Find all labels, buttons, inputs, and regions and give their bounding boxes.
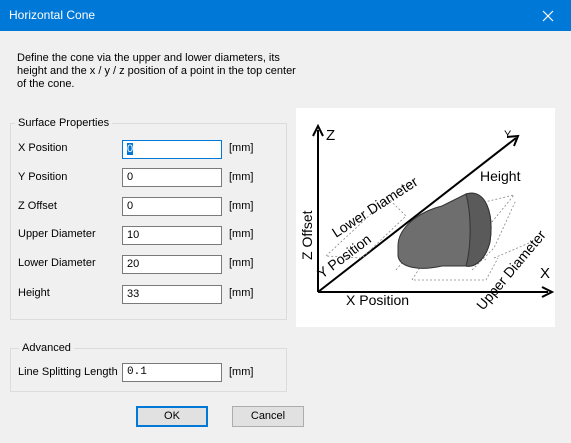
z-axis-label: Z — [326, 127, 335, 144]
height-unit: [mm] — [229, 287, 254, 299]
line-splitting-length-input[interactable]: 0.1 — [122, 363, 222, 382]
x-position-input[interactable]: 0 — [122, 140, 222, 159]
x-position-label: X Position — [18, 142, 68, 154]
advanced-title: Advanced — [19, 342, 74, 354]
upper-diameter-label: Upper Diameter — [18, 228, 96, 240]
x-position-diagram-label: X Position — [346, 292, 409, 308]
upper-diameter-input[interactable]: 10 — [122, 226, 222, 245]
description-text: Define the cone via the upper and lower … — [17, 52, 296, 90]
cancel-button[interactable]: Cancel — [232, 406, 304, 427]
lower-diameter-label: Lower Diameter — [18, 257, 96, 269]
y-axis-label: Y — [504, 129, 512, 141]
cone-diagram: Z Y X Height Lower Diameter Upper Diamet… — [296, 108, 555, 327]
z-offset-input[interactable]: 0 — [122, 197, 222, 216]
upper-diameter-unit: [mm] — [229, 228, 254, 240]
y-position-label: Y Position — [18, 171, 68, 183]
lower-diameter-input[interactable]: 20 — [122, 255, 222, 274]
height-label: Height — [18, 287, 50, 299]
ok-button[interactable]: OK — [136, 406, 208, 427]
x-position-value: 0 — [127, 143, 134, 155]
height-input[interactable]: 33 — [122, 285, 222, 304]
line-splitting-length-unit: [mm] — [229, 366, 254, 378]
z-offset-value: 0 — [127, 200, 134, 212]
line-splitting-length-label: Line Splitting Length — [18, 366, 118, 378]
y-position-value: 0 — [127, 171, 134, 183]
z-offset-label: Z Offset — [18, 200, 57, 212]
y-position-unit: [mm] — [229, 171, 254, 183]
lower-diameter-value: 20 — [127, 258, 140, 270]
height-diagram-label: Height — [480, 168, 521, 184]
upper-diameter-value: 10 — [127, 229, 140, 241]
x-position-unit: [mm] — [229, 142, 254, 154]
z-offset-unit: [mm] — [229, 200, 254, 212]
cone-shape — [397, 192, 492, 269]
title-bar: Horizontal Cone — [0, 0, 571, 31]
x-axis-label: X — [540, 265, 550, 282]
height-value: 33 — [127, 288, 140, 300]
line-splitting-length-value: 0.1 — [127, 366, 147, 378]
surface-properties-title: Surface Properties — [15, 117, 113, 129]
window-title: Horizontal Cone — [9, 8, 96, 22]
y-position-input[interactable]: 0 — [122, 168, 222, 187]
close-icon[interactable] — [525, 0, 571, 31]
lower-diameter-unit: [mm] — [229, 257, 254, 269]
z-offset-diagram-label: Z Offset — [299, 210, 315, 260]
